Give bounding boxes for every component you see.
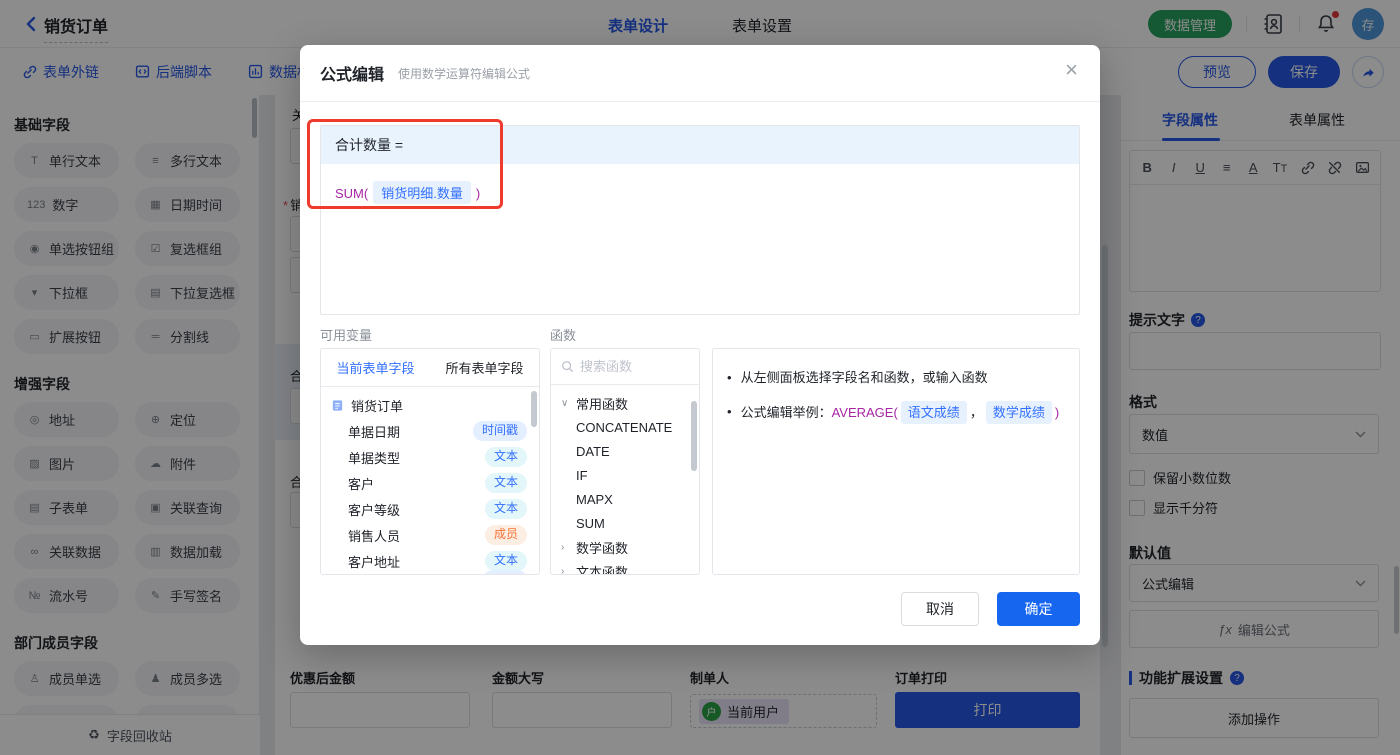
function-item[interactable]: IF [561,463,699,487]
function-search[interactable] [551,349,699,385]
variables-panel: 当前表单字段 所有表单字段 销货订单 单据日期时间戳单据类型文本客户文本客户等级… [320,348,540,575]
field-chip: 语文成绩 [901,401,967,424]
variable-row[interactable]: 销售人员 成员 [321,522,539,548]
variable-name: 客户 [348,474,374,493]
variable-name: 销售人员 [348,526,400,545]
chevron-down-icon: ∨ [561,398,571,409]
variables-list: 销货订单 单据日期时间戳单据类型文本客户文本客户等级文本销售人员成员客户地址文本 [321,387,539,574]
function-group[interactable]: › 数学函数 [561,535,699,559]
function-token: SUM( [335,186,368,201]
function-item[interactable]: MAPX [561,487,699,511]
formula-edit-modal: 公式编辑 使用数学运算符编辑公式 × 合计数量 = SUM( 销货明细.数量) 可… [300,45,1100,645]
variable-name: 单据类型 [348,448,400,467]
field-type-badge: 文本 [485,499,527,519]
variable-row[interactable]: 客户 文本 [321,470,539,496]
functions-label: 函数 [550,325,576,344]
field-type-badge: 文本 [485,473,527,493]
field-type-badge: 成员 [485,525,527,545]
function-tree: ∨ 常用函数 CONCATENATEDATEIFMAPXSUM › 数学函数 › 文本函数 [551,385,699,575]
variables-tabs: 当前表单字段 所有表单字段 [321,349,539,387]
field-chip[interactable]: 销货明细.数量 [373,181,471,204]
field-type-badge: 时间戳 [473,421,527,441]
variables-scrollbar[interactable] [531,391,537,427]
functions-scrollbar[interactable] [691,401,697,471]
function-group-name: 文本函数 [576,562,628,576]
function-item[interactable]: DATE [561,439,699,463]
help-line: • 从左侧面板选择字段名和函数，或输入函数 [727,367,1065,388]
functions-panel: ∨ 常用函数 CONCATENATEDATEIFMAPXSUM › 数学函数 › 文本函数 [550,348,700,575]
function-search-input[interactable] [580,359,680,374]
variables-root[interactable]: 销货订单 [321,392,539,418]
chevron-right-icon: › [561,542,571,553]
modal-footer: 取消 确定 [901,592,1080,626]
field-chip: 数学成绩 [986,401,1052,424]
tab-all-form-fields[interactable]: 所有表单字段 [430,349,539,386]
variable-row[interactable]: 单据日期 时间戳 [321,418,539,444]
modal-header: 公式编辑 使用数学运算符编辑公式 × [300,45,1100,102]
variables-label: 可用变量 [320,325,372,344]
form-doc-icon [331,399,344,412]
function-item[interactable]: CONCATENATE [561,415,699,439]
paren-token: ) [1055,405,1059,420]
clipped-badge [483,570,527,575]
chevron-right-icon: › [561,566,571,576]
paren-token: ) [476,186,480,201]
app-window: 销货订单 表单设计 表单设置 数据管理 存 表单外链 后端脚本 [0,0,1400,755]
function-group-name: 常用函数 [576,394,628,413]
function-group[interactable]: › 文本函数 [561,559,699,575]
field-type-badge: 文本 [485,447,527,467]
close-icon[interactable]: × [1065,59,1078,81]
variable-row[interactable]: 客户等级 文本 [321,496,539,522]
function-item[interactable]: SUM [561,511,699,535]
formula-editor[interactable]: 合计数量 = SUM( 销货明细.数量) [320,125,1080,315]
tab-current-form-fields[interactable]: 当前表单字段 [321,349,430,386]
confirm-button[interactable]: 确定 [997,592,1080,626]
function-group[interactable]: ∨ 常用函数 [561,391,699,415]
function-group-name: 数学函数 [576,538,628,557]
variable-name: 客户等级 [348,500,400,519]
help-example-line: • 公式编辑举例：AVERAGE(语文成绩，数学成绩) [727,401,1065,424]
variable-name: 客户地址 [348,552,400,571]
variable-name: 单据日期 [348,422,400,441]
formula-expression[interactable]: SUM( 销货明细.数量) [321,164,1079,221]
cancel-button[interactable]: 取消 [901,592,979,626]
variable-row[interactable]: 单据类型 文本 [321,444,539,470]
modal-title: 公式编辑 [320,61,384,85]
modal-subtitle: 使用数学运算符编辑公式 [398,65,530,82]
formula-help-panel: • 从左侧面板选择字段名和函数，或输入函数 • 公式编辑举例：AVERAGE(语… [712,348,1080,575]
formula-target: 合计数量 = [321,126,1079,164]
field-type-badge: 文本 [485,551,527,571]
function-token: AVERAGE( [832,405,898,420]
search-icon [561,360,574,373]
